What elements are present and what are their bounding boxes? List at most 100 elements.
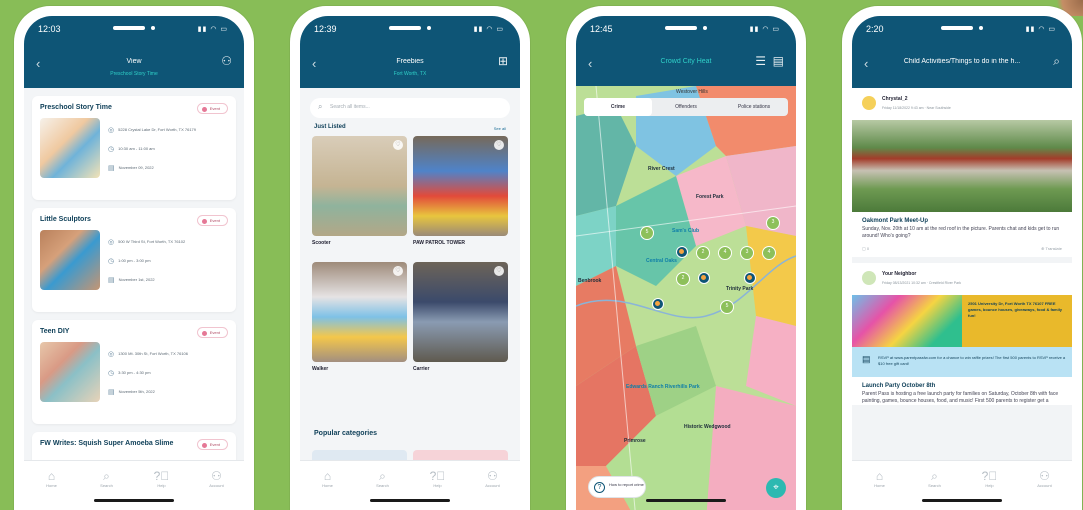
back-icon[interactable]: ‹ <box>588 56 592 71</box>
tab-search[interactable]: ⌕ Search <box>363 469 403 510</box>
event-time: 1:00 pm - 3:00 pm <box>118 258 151 263</box>
tab-home[interactable]: ⌂ Home <box>32 469 72 510</box>
crime-cluster[interactable]: 3 <box>766 216 780 230</box>
tab-label: Home <box>874 483 885 488</box>
phone-community-feed: ‹ Child Activities/Things to do in the h… <box>842 6 1082 510</box>
post-dateline: Friday 08/13/2021 10:32 am · Crestfield … <box>882 281 961 285</box>
section-title: Just Listed <box>314 124 346 130</box>
back-icon[interactable]: ‹ <box>312 56 316 71</box>
crime-heat-map[interactable]: River Crest Sam's Club Benbrook Central … <box>576 86 796 510</box>
tab-bar: ⌂ Home ⌕ Search ?⃝ Help ⚇ Account <box>300 460 520 510</box>
tab-crime[interactable]: Crime <box>584 98 652 116</box>
event-address: 5228 Crystal Lake Dr, Fort Worth, TX 761… <box>118 127 196 132</box>
crime-cluster[interactable]: 2 <box>696 246 710 260</box>
grid-icon[interactable]: ⊞ <box>498 54 508 68</box>
map-label: Edwards Ranch Riverhills Park <box>626 384 700 390</box>
tab-home[interactable]: ⌂ Home <box>308 469 348 510</box>
status-bar: 12:03 ▮▮ ◠ ▭ <box>24 16 244 42</box>
favorite-icon[interactable]: ♡ <box>393 140 403 150</box>
calendar-icon: ▤ <box>108 164 115 172</box>
listing-card[interactable]: ♡ Carrier <box>413 262 508 382</box>
account-icon: ⚇ <box>211 469 222 483</box>
status-time: 2:20 <box>866 24 884 34</box>
tab-help[interactable]: ?⃝ Help <box>418 469 458 510</box>
post-body: Parent Pass is hosting a free launch par… <box>862 391 1059 404</box>
map-label: Sam's Club <box>672 228 700 234</box>
crime-cluster[interactable]: 5 <box>640 226 654 240</box>
tab-account[interactable]: ⚇ Account <box>197 469 237 510</box>
crime-pin[interactable] <box>698 272 710 284</box>
search-placeholder: Search all items... <box>330 104 370 110</box>
crime-cluster[interactable]: 4 <box>718 246 732 260</box>
listing-title: Scooter <box>312 240 331 246</box>
comment-count-value: 0 <box>866 246 870 251</box>
comment-count[interactable]: ▢ 0 <box>862 246 869 251</box>
header-title[interactable]: Crowd City Heat <box>606 58 766 65</box>
favorite-icon[interactable]: ♡ <box>494 266 504 276</box>
crime-pin[interactable] <box>676 246 688 258</box>
event-card[interactable]: Teen DIY Event ◎ 1300 Mt. 30th St, Fort W… <box>32 320 236 424</box>
report-crime-button[interactable]: ? How to report crime <box>588 476 646 498</box>
filter-icon[interactable]: ☰ <box>755 54 766 68</box>
tab-home[interactable]: ⌂ Home <box>860 469 900 510</box>
tab-offenders[interactable]: Offenders <box>652 98 720 116</box>
locate-icon[interactable]: ⌖ <box>766 478 786 498</box>
favorite-icon[interactable]: ♡ <box>393 266 403 276</box>
tab-help[interactable]: ?⃝ Help <box>142 469 182 510</box>
tab-label: Home <box>46 483 57 488</box>
event-badge: Event <box>196 439 228 450</box>
tab-search[interactable]: ⌕ Search <box>87 469 127 510</box>
event-time: 10:30 am - 11:00 am <box>118 146 155 151</box>
popular-categories-heading: Popular categories <box>314 430 378 437</box>
crime-cluster[interactable]: 2 <box>676 272 690 286</box>
screen: ‹ Child Activities/Things to do in the h… <box>852 16 1072 510</box>
post[interactable]: Chrystal_2 Friday 11/18/2022 9:43 am · N… <box>852 88 1072 257</box>
listing-card[interactable]: ♡ PAW PATROL TOWER <box>413 136 508 256</box>
people-icon[interactable]: ⚇ <box>221 54 232 68</box>
favorite-icon[interactable]: ♡ <box>494 140 504 150</box>
event-card[interactable]: Preschool Story Time Event ◎ 5228 Crystal… <box>32 96 236 200</box>
avatar <box>862 271 876 285</box>
home-indicator <box>370 499 450 502</box>
location-icon: ◎ <box>108 126 115 134</box>
event-list: Preschool Story Time Event ◎ 5228 Crystal… <box>32 96 236 480</box>
listing-card[interactable]: ♡ Scooter <box>312 136 407 256</box>
tab-label: Home <box>322 483 333 488</box>
crime-pin[interactable] <box>652 298 664 310</box>
event-date: November 5th, 2022 <box>118 389 155 394</box>
back-icon[interactable]: ‹ <box>864 56 868 71</box>
post-title: Launch Party October 8th <box>862 383 936 389</box>
location-icon: ◎ <box>108 238 115 246</box>
help-icon: ?⃝ <box>981 469 998 483</box>
listing-image: ♡ <box>312 262 407 362</box>
crime-cluster[interactable]: 4 <box>762 246 776 260</box>
tab-help[interactable]: ?⃝ Help <box>970 469 1010 510</box>
event-image <box>40 118 100 178</box>
flyer-rsvp: ▤ RSVP at www.parentpassfw.com for a cha… <box>852 347 1072 377</box>
list-icon[interactable]: ▤ <box>773 54 784 68</box>
map-label: Trinity Park <box>726 286 754 292</box>
tab-account[interactable]: ⚇ Account <box>473 469 513 510</box>
crime-cluster[interactable]: 5 <box>720 300 734 314</box>
search-input[interactable]: ⌕ Search all items... <box>310 98 510 118</box>
listing-card[interactable]: ♡ Walker <box>312 262 407 382</box>
phone-events: ‹ View Preschool Story Time ⚇ 12:03 ▮▮ ◠… <box>14 6 254 510</box>
see-all-link[interactable]: See all <box>494 126 506 131</box>
tab-police-stations[interactable]: Police stations <box>720 98 788 116</box>
home-icon: ⌂ <box>47 469 56 483</box>
post[interactable]: Your Neighbor Friday 08/13/2021 10:32 am… <box>852 263 1072 405</box>
tab-account[interactable]: ⚇ Account <box>1025 469 1065 510</box>
crime-cluster[interactable]: 3 <box>740 246 754 260</box>
event-badge: Event <box>196 215 228 226</box>
search-icon[interactable]: ⌕ <box>1053 54 1060 69</box>
event-card[interactable]: Little Sculptors Event ◎ 500 W Third St, … <box>32 208 236 312</box>
translate-label: Translate <box>1045 246 1062 251</box>
post-title: Oakmont Park Meet-Up <box>862 218 929 224</box>
tab-label: Search <box>928 483 941 488</box>
tab-search[interactable]: ⌕ Search <box>915 469 955 510</box>
translate-button[interactable]: ⊕ Translate <box>1041 246 1062 251</box>
listing-title: PAW PATROL TOWER <box>413 240 466 246</box>
crime-pin[interactable] <box>744 272 756 284</box>
phone-crime-map: ‹ Crowd City Heat ☰ ▤ 12:45 ▮▮ ◠ ▭ River… <box>566 6 806 510</box>
back-icon[interactable]: ‹ <box>36 56 40 71</box>
